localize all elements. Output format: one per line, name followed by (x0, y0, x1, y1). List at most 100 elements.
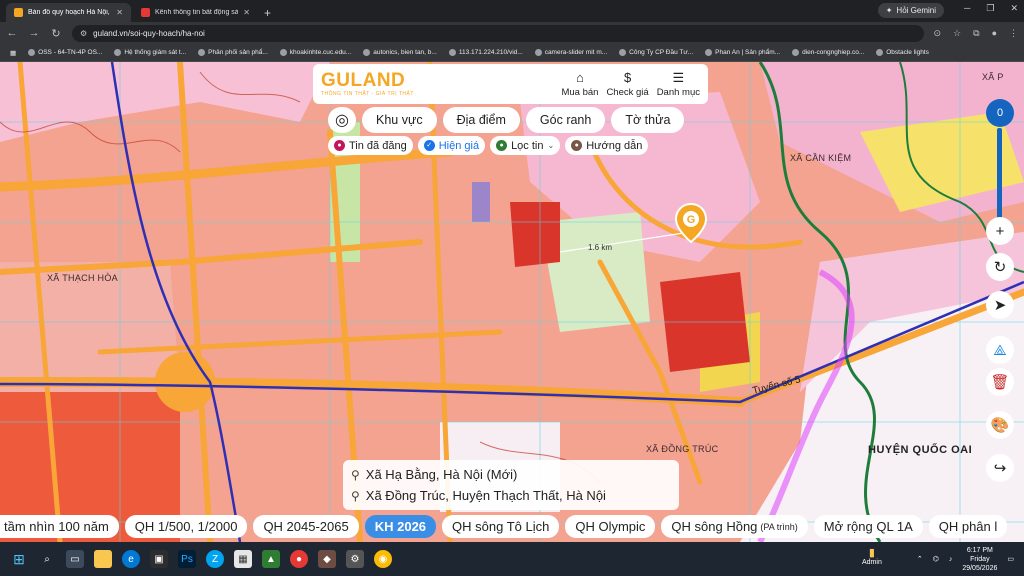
chip-tin-da-dang[interactable]: ● Tin đã đăng (328, 136, 413, 155)
apps-icon[interactable]: ▦ (6, 49, 20, 57)
zalo-icon[interactable]: Z (206, 550, 224, 568)
browser-tab-batdongsan[interactable]: Kênh thông tin bất động sản ✕ (133, 3, 258, 22)
delete-button[interactable]: 🗑 (986, 368, 1014, 396)
guland-location-marker-icon[interactable]: G (674, 202, 708, 244)
location-pin-icon: ⚲ (351, 488, 360, 503)
navigate-button[interactable]: ➤ (986, 291, 1014, 319)
plan-tab[interactable]: tầm nhìn 100 năm (0, 515, 119, 538)
notification-icon[interactable]: ▭ (1007, 555, 1014, 563)
bookmark-item[interactable]: autonics, bien tan, b... (359, 49, 441, 56)
photoshop-icon[interactable]: Ps (178, 550, 196, 568)
plan-tab[interactable]: QH sông Tô Lịch (442, 515, 560, 538)
bookmark-favicon-icon (534, 49, 542, 56)
location-line-1: Xã Hạ Bằng, Hà Nội (Mới) (365, 467, 518, 482)
location-info-card[interactable]: ⚲ Xã Hạ Bằng, Hà Nội (Mới) ⚲ Xã Đồng Trú… (343, 460, 679, 510)
app-icon[interactable]: ▦ (234, 550, 252, 568)
chip-dia-diem[interactable]: Địa điểm (442, 107, 520, 133)
chip-goc-ranh[interactable]: Góc ranh (525, 107, 606, 133)
chip-huong-dan[interactable]: ● Hướng dẫn (565, 136, 649, 155)
bookmark-item[interactable]: Obstacle lights (872, 49, 933, 56)
measure-button[interactable]: ⟁ (986, 336, 1014, 364)
new-tab-button[interactable]: + (264, 3, 271, 22)
guide-icon: ● (571, 140, 583, 151)
chip-loc-tin[interactable]: ● Lọc tin ⌄ (490, 136, 561, 155)
bookmark-item[interactable]: OSS - 64-TN-4P OS... (24, 49, 106, 56)
nav-mua-ban[interactable]: ⌂ Mua bán (561, 70, 598, 98)
plan-tab[interactable]: QH Olympic (565, 515, 656, 538)
site-info-icon[interactable]: ⚙ (80, 29, 87, 38)
system-tray: ⌃ ⌬ ♪ 6:17 PM Friday 29/05/2026 ▭ (917, 542, 1014, 576)
bookmark-item[interactable]: dien-congnghiep.co... (788, 49, 868, 56)
close-tab-icon[interactable]: ✕ (116, 8, 123, 17)
edge-icon[interactable]: e (122, 550, 140, 568)
chip-hien-gia[interactable]: ✓ Hiện giá (417, 136, 486, 155)
plan-tab[interactable]: QH 1/500, 1/2000 (124, 515, 248, 538)
bookmark-item[interactable]: khoakinhte.cuc.edu... (276, 49, 355, 56)
ask-gemini-button[interactable]: ✦ Hỏi Gemini (877, 3, 944, 18)
minimize-icon[interactable]: ─ (964, 3, 970, 14)
app-icon[interactable]: ◆ (318, 550, 336, 568)
search-icon[interactable]: ⌕ (38, 550, 56, 568)
guland-header: GULAND THÔNG TIN THẬT - GIÁ TRỊ THẬT ⌂ M… (313, 64, 708, 104)
bookmark-item[interactable]: Hệ thống giám sát t... (110, 49, 190, 56)
profile-icon[interactable]: ● (992, 28, 997, 39)
map-label-xa-dong-truc: XÃ ĐỒNG TRÚC (646, 444, 719, 454)
back-arrow-icon[interactable]: ← (6, 27, 18, 39)
app-icon[interactable]: ⚙ (346, 550, 364, 568)
restore-icon[interactable]: ❐ (986, 3, 994, 14)
lens-icon[interactable]: ⊙ (934, 28, 942, 39)
filter-icon: ● (496, 140, 508, 151)
task-view-icon[interactable]: ▭ (66, 550, 84, 568)
chrome-icon[interactable]: ◉ (374, 550, 392, 568)
app-icon[interactable]: ▲ (262, 550, 280, 568)
nav-danh-muc[interactable]: ☰ Danh mục (657, 70, 700, 98)
layer-color-button[interactable]: 🎨 (986, 411, 1014, 439)
measure-icon: ⟁ (993, 341, 1007, 359)
plan-tab[interactable]: QH 2045-2065 (253, 515, 359, 538)
bookmark-item[interactable]: 113.171.224.210/vid... (445, 49, 527, 56)
clock[interactable]: 6:17 PM Friday 29/05/2026 (962, 546, 997, 573)
zoom-in-button[interactable]: + (986, 217, 1014, 245)
bookmark-item[interactable]: Công Ty CP Đầu Tư... (615, 49, 697, 56)
nav-check-gia[interactable]: $ Check giá (606, 70, 648, 98)
chip-khu-vuc[interactable]: Khu vực (362, 107, 437, 133)
address-bar-actions: ⊙ ☆ ⧉ ● ⋮ (934, 28, 1019, 39)
guland-nav: ⌂ Mua bán $ Check giá ☰ Danh mục (561, 70, 700, 98)
reload-icon[interactable]: ↻ (50, 27, 62, 40)
bookmark-favicon-icon (619, 49, 627, 56)
file-explorer-icon[interactable] (94, 550, 112, 568)
locate-me-button[interactable]: ◎ (328, 107, 356, 133)
browser-tab-guland[interactable]: Bản đồ quy hoạch Hà Nội, tra c ✕ (6, 3, 131, 22)
location-pin-icon: ⚲ (351, 467, 360, 482)
plan-tab-active[interactable]: KH 2026 (364, 515, 437, 538)
windows-start-icon[interactable]: ⊞ (10, 550, 28, 568)
extensions-icon[interactable]: ⧉ (973, 28, 979, 39)
plan-tab[interactable]: QH phân l (928, 515, 1008, 538)
user-admin[interactable]: ▮ Admin (862, 546, 882, 566)
volume-icon[interactable]: ♪ (949, 556, 953, 563)
url-field[interactable]: ⚙ guland.vn/soi-quy-hoach/ha-noi (72, 24, 924, 42)
map-label-xa-thach-hoa: XÃ THẠCH HÒA (47, 273, 118, 283)
bookmark-favicon-icon (198, 49, 206, 56)
share-button[interactable]: ↪ (986, 454, 1014, 482)
chevron-up-icon[interactable]: ⌃ (917, 555, 923, 563)
forward-arrow-icon[interactable]: → (28, 27, 40, 39)
url-text: guland.vn/soi-quy-hoach/ha-noi (93, 28, 205, 38)
refresh-button[interactable]: ↻ (986, 253, 1014, 281)
house-icon: ⌂ (576, 70, 584, 85)
more-menu-icon[interactable]: ⋮ (1009, 28, 1018, 39)
zoom-slider[interactable] (997, 128, 1002, 220)
bookmark-item[interactable]: Phan An | Sản phẩm... (701, 49, 784, 56)
bookmark-star-icon[interactable]: ☆ (953, 28, 961, 39)
app-icon[interactable]: ● (290, 550, 308, 568)
close-window-icon[interactable]: ✕ (1010, 3, 1018, 14)
bookmark-item[interactable]: Phân phối sản phẩ... (194, 49, 272, 56)
bookmark-item[interactable]: camera-slider mit m... (531, 49, 611, 56)
guland-logo[interactable]: GULAND THÔNG TIN THẬT - GIÁ TRỊ THẬT (321, 71, 414, 98)
plan-tab[interactable]: QH sông Hồng (PA trình) (661, 515, 808, 538)
plan-tab[interactable]: Mở rộng QL 1A (813, 515, 923, 538)
network-icon[interactable]: ⌬ (933, 555, 939, 563)
chip-to-thua[interactable]: Tờ thửa (611, 107, 685, 133)
store-icon[interactable]: ▣ (150, 550, 168, 568)
close-tab-icon[interactable]: ✕ (243, 8, 250, 17)
